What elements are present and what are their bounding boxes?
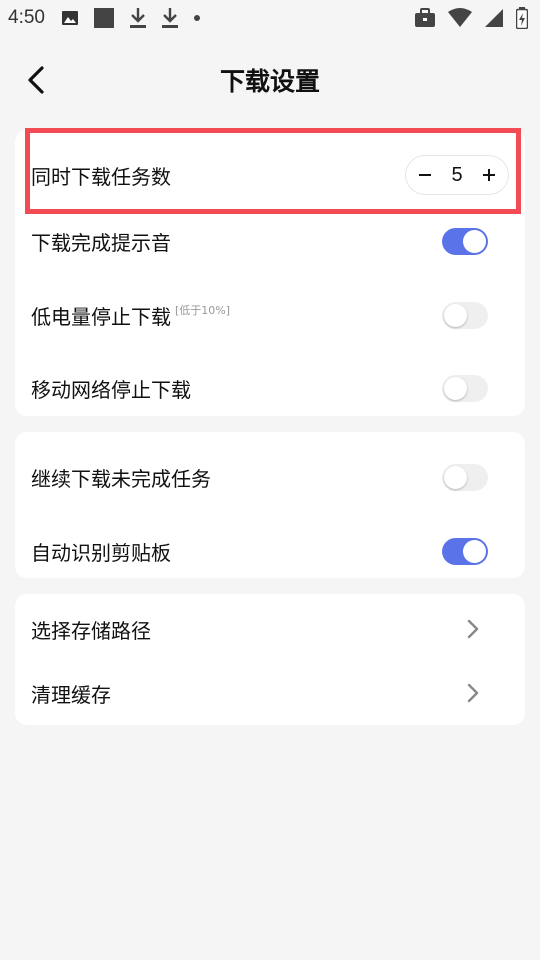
storage-path-label: 选择存储路径 [31, 618, 151, 643]
mobile-network-row: 移动网络停止下载 [15, 365, 525, 411]
image-icon [61, 9, 79, 27]
download-icon [129, 7, 147, 29]
mobile-network-toggle[interactable] [442, 374, 488, 402]
wifi-icon [448, 8, 472, 28]
clipboard-detect-label: 自动识别剪贴板 [31, 540, 171, 565]
download-settings-card: 同时下载任务数 5 下载完成提示音 低电量停止下载 [低于10%] 移动网络停止… [15, 130, 525, 416]
dot-icon [193, 14, 201, 22]
task-settings-card: 继续下载未完成任务 自动识别剪贴板 [15, 432, 525, 578]
storage-path-row[interactable]: 选择存储路径 [15, 606, 525, 652]
download-icon [161, 7, 179, 29]
chevron-right-icon [467, 683, 479, 703]
resume-tasks-label: 继续下载未完成任务 [31, 466, 211, 491]
clear-cache-label: 清理缓存 [31, 682, 111, 707]
toggle-knob [463, 229, 486, 253]
header: 下载设置 [0, 50, 540, 110]
storage-settings-card: 选择存储路径 清理缓存 [15, 594, 525, 725]
briefcase-icon [414, 8, 436, 28]
completion-sound-toggle[interactable] [442, 227, 488, 255]
status-bar: 4:50 [0, 0, 540, 36]
concurrent-tasks-value: 5 [451, 163, 463, 186]
page-title: 下载设置 [219, 67, 320, 96]
signal-icon [484, 8, 504, 28]
concurrent-tasks-label: 同时下载任务数 [31, 164, 171, 189]
low-battery-note: [低于10%] [175, 304, 231, 317]
concurrent-tasks-row: 同时下载任务数 5 [15, 152, 525, 198]
concurrent-tasks-stepper[interactable]: 5 [405, 155, 509, 195]
completion-sound-row: 下载完成提示音 [15, 218, 525, 264]
mobile-network-label: 移动网络停止下载 [31, 377, 191, 402]
resume-tasks-row: 继续下载未完成任务 [15, 454, 525, 500]
increment-button[interactable] [478, 164, 500, 186]
clipboard-detect-toggle[interactable] [442, 537, 488, 565]
clear-cache-row[interactable]: 清理缓存 [15, 670, 525, 716]
toggle-knob [463, 539, 486, 563]
back-button[interactable] [18, 62, 54, 98]
chevron-left-icon [28, 66, 44, 94]
battery-icon [516, 7, 528, 29]
decrement-button[interactable] [414, 164, 436, 186]
plus-icon [483, 169, 495, 181]
square-icon [93, 7, 115, 29]
chevron-right-icon [467, 619, 479, 639]
low-battery-label: 低电量停止下载 [31, 304, 171, 329]
clipboard-detect-row: 自动识别剪贴板 [15, 528, 525, 574]
toggle-knob [444, 376, 467, 400]
low-battery-row: 低电量停止下载 [低于10%] [15, 292, 525, 338]
minus-icon [419, 174, 431, 176]
status-time: 4:50 [8, 7, 45, 28]
toggle-knob [444, 465, 467, 489]
toggle-knob [444, 303, 467, 327]
completion-sound-label: 下载完成提示音 [31, 230, 171, 255]
resume-tasks-toggle[interactable] [442, 463, 488, 491]
low-battery-toggle[interactable] [442, 301, 488, 329]
